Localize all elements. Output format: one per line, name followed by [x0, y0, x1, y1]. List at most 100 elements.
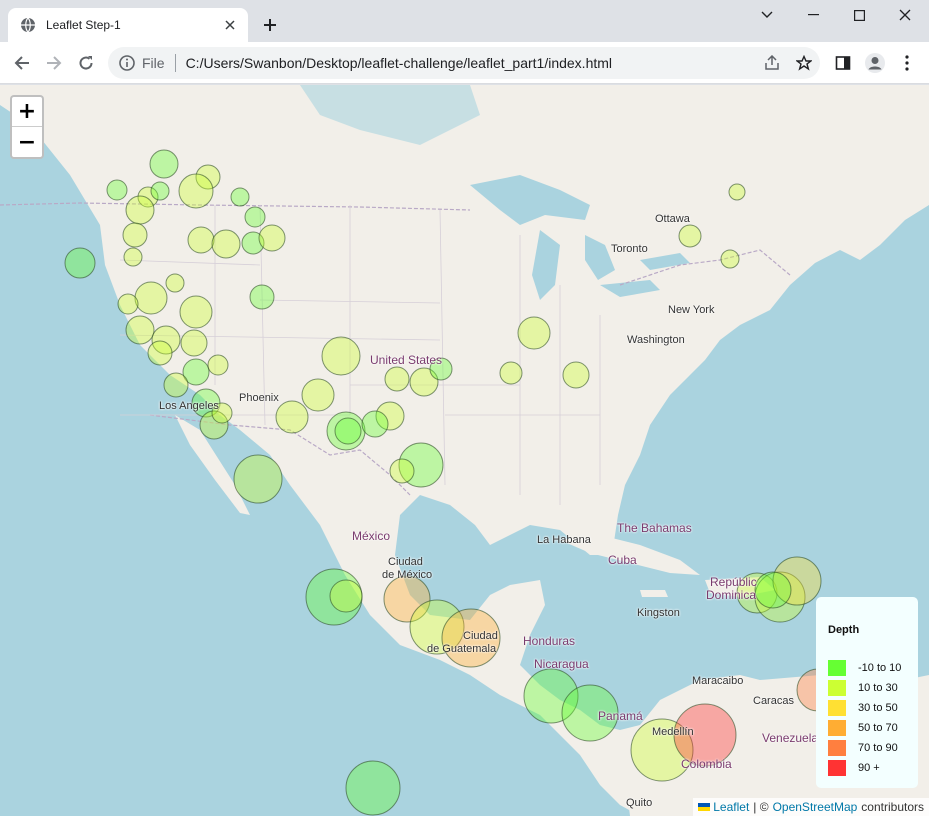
label-kingston: Kingston — [637, 607, 680, 619]
label-bahamas: The Bahamas — [617, 521, 692, 535]
legend-label: 30 to 50 — [858, 702, 898, 714]
url-text[interactable]: C:/Users/Swanbon/Desktop/leaflet-challen… — [186, 55, 756, 71]
tab-strip: Leaflet Step-1 — [0, 0, 929, 42]
legend-swatch — [828, 740, 846, 756]
minimize-button[interactable] — [790, 0, 836, 30]
earthquake-marker[interactable] — [345, 760, 401, 816]
profile-avatar-icon[interactable] — [860, 48, 890, 78]
earthquake-marker[interactable] — [179, 295, 213, 329]
earthquake-marker[interactable] — [301, 378, 335, 412]
legend-row: 50 to 70 — [828, 718, 906, 738]
earthquake-marker[interactable] — [678, 224, 702, 248]
earthquake-marker[interactable] — [123, 247, 143, 267]
earthquake-marker[interactable] — [122, 222, 148, 248]
legend-label: -10 to 10 — [858, 662, 902, 674]
side-panel-icon[interactable] — [828, 48, 858, 78]
legend-swatch — [828, 660, 846, 676]
close-tab-icon[interactable] — [222, 17, 238, 33]
earthquake-marker[interactable] — [187, 226, 215, 254]
earthquake-marker[interactable] — [321, 336, 361, 376]
label-dominicana: Dominica — [706, 588, 757, 602]
label-la-habana: La Habana — [537, 534, 591, 546]
earthquake-marker[interactable] — [720, 249, 740, 269]
address-bar[interactable]: File C:/Users/Swanbon/Desktop/leaflet-ch… — [108, 47, 820, 79]
bookmark-star-icon[interactable] — [788, 47, 820, 79]
share-icon[interactable] — [756, 47, 788, 79]
info-icon[interactable] — [118, 54, 136, 72]
forward-button[interactable] — [39, 48, 69, 78]
ukraine-flag-icon — [698, 803, 711, 811]
earthquake-marker[interactable] — [244, 206, 266, 228]
globe-icon — [21, 17, 35, 33]
earthquake-marker[interactable] — [150, 181, 170, 201]
earthquake-marker[interactable] — [258, 224, 286, 252]
earthquake-marker[interactable] — [165, 273, 185, 293]
earthquake-marker[interactable] — [125, 195, 155, 225]
earthquake-circles — [64, 149, 840, 816]
earthquake-marker[interactable] — [106, 179, 128, 201]
tab-search-icon[interactable] — [744, 0, 790, 30]
label-phoenix: Phoenix — [239, 392, 279, 404]
earthquake-marker[interactable] — [728, 183, 746, 201]
omnibox-divider — [174, 54, 176, 72]
legend-label: 50 to 70 — [858, 722, 898, 734]
back-button[interactable] — [7, 48, 37, 78]
attribution-suffix: contributors — [861, 800, 924, 814]
reload-button[interactable] — [71, 48, 101, 78]
earthquake-marker[interactable] — [180, 329, 208, 357]
map-container[interactable]: Ottawa Toronto New York Washington Unite… — [0, 85, 929, 816]
earthquake-marker[interactable] — [233, 454, 283, 504]
earthquake-marker[interactable] — [517, 316, 551, 350]
tab-title: Leaflet Step-1 — [46, 18, 121, 32]
browser-toolbar: File C:/Users/Swanbon/Desktop/leaflet-ch… — [0, 42, 929, 84]
earthquake-marker[interactable] — [147, 340, 173, 366]
maximize-button[interactable] — [836, 0, 882, 30]
attribution-separator: | © — [753, 800, 769, 814]
new-tab-button[interactable] — [258, 13, 282, 37]
legend-label: 10 to 30 — [858, 682, 898, 694]
earthquake-marker[interactable] — [125, 315, 155, 345]
earthquake-marker[interactable] — [64, 247, 96, 279]
close-window-button[interactable] — [882, 0, 928, 30]
earthquake-marker[interactable] — [275, 400, 309, 434]
earthquake-marker[interactable] — [230, 187, 250, 207]
leaflet-link[interactable]: Leaflet — [713, 800, 749, 814]
legend-rows: -10 to 10 10 to 30 30 to 50 50 to 70 70 to 9… — [828, 658, 906, 778]
earthquake-marker[interactable] — [384, 366, 410, 392]
menu-kebab-icon[interactable] — [892, 48, 922, 78]
earthquake-marker[interactable] — [149, 149, 179, 179]
zoom-out-button[interactable]: − — [12, 127, 42, 157]
legend-title: Depth — [828, 624, 860, 636]
label-medellin: Medellín — [652, 726, 694, 738]
zoom-in-button[interactable]: + — [12, 97, 42, 127]
legend-row: 10 to 30 — [828, 678, 906, 698]
browser-tab[interactable]: Leaflet Step-1 — [8, 8, 248, 42]
earthquake-marker[interactable] — [207, 354, 229, 376]
label-colombia: Colombia — [681, 757, 732, 771]
legend-label: 90 + — [858, 762, 880, 774]
earthquake-marker[interactable] — [361, 410, 389, 438]
earthquake-marker[interactable] — [562, 361, 590, 389]
label-mexico-city-1: Ciudad — [388, 556, 423, 568]
earthquake-marker[interactable] — [211, 229, 241, 259]
earthquake-marker[interactable] — [499, 361, 523, 385]
earthquake-marker[interactable] — [163, 372, 189, 398]
scheme-label: File — [142, 55, 165, 71]
earthquake-marker[interactable] — [178, 173, 214, 209]
earthquake-marker[interactable] — [249, 284, 275, 310]
earthquake-marker[interactable] — [117, 293, 139, 315]
legend-swatch — [828, 680, 846, 696]
earthquake-marker[interactable] — [754, 571, 792, 609]
legend-row: 70 to 90 — [828, 738, 906, 758]
label-venezuela: Venezuela — [762, 731, 819, 745]
earthquake-marker[interactable] — [329, 579, 363, 613]
legend-swatch — [828, 760, 846, 776]
earthquake-marker[interactable] — [134, 281, 168, 315]
earthquake-marker[interactable] — [334, 417, 362, 445]
legend-row: 30 to 50 — [828, 698, 906, 718]
legend-label: 70 to 90 — [858, 742, 898, 754]
legend-swatch — [828, 700, 846, 716]
earthquake-marker[interactable] — [389, 458, 415, 484]
openstreetmap-link[interactable]: OpenStreetMap — [773, 800, 858, 814]
label-maracaibo: Maracaibo — [692, 675, 744, 687]
